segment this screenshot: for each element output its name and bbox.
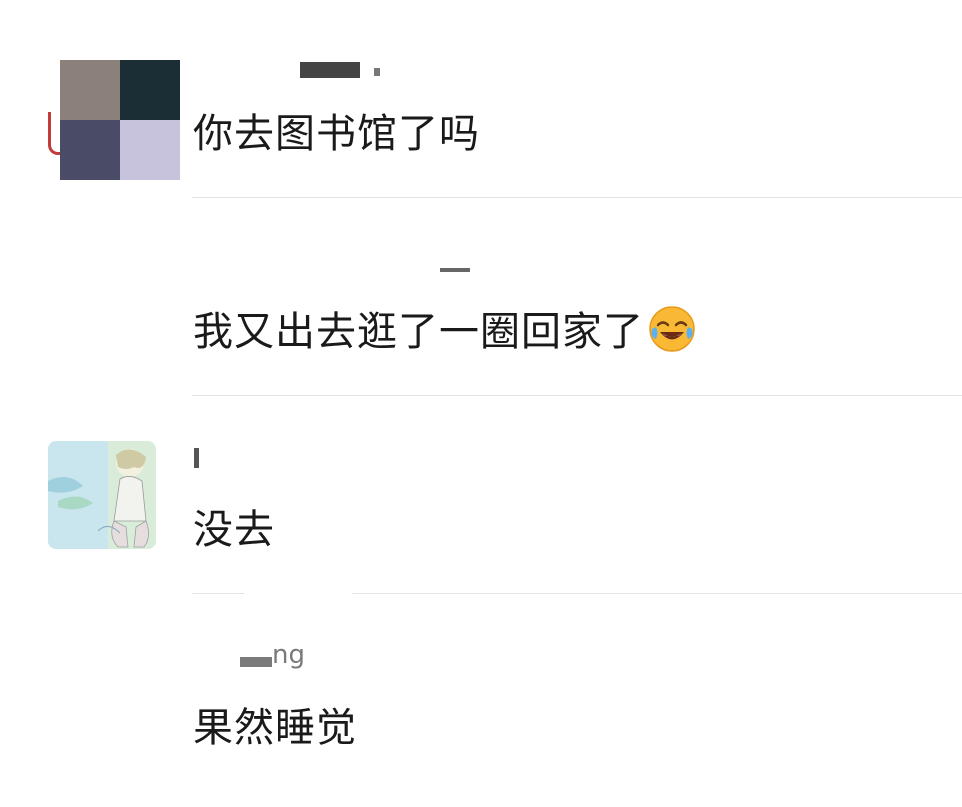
avatar[interactable] xyxy=(48,441,156,549)
redacted-username xyxy=(440,268,470,272)
avatar[interactable] xyxy=(60,60,180,180)
illustrated-girl-avatar-image xyxy=(48,441,156,549)
comment-text-content: 我又出去逛了一圈回家了 xyxy=(193,309,644,355)
redacted-username xyxy=(194,448,199,468)
comment-text: 没去 xyxy=(193,507,275,553)
divider-gap xyxy=(244,586,352,600)
redacted-username xyxy=(240,657,272,667)
tears-of-joy-emoji xyxy=(649,306,695,352)
avatar-tile xyxy=(120,60,180,120)
divider xyxy=(192,395,962,396)
comment-text: 你去图书馆了吗 xyxy=(193,111,480,157)
comment-text: 我又出去逛了一圈回家了 xyxy=(193,299,696,357)
avatar-tile xyxy=(60,120,120,180)
redacted-username xyxy=(300,62,360,78)
redacted-username-dot xyxy=(374,68,380,76)
comment-username[interactable]: ng xyxy=(272,640,305,670)
divider xyxy=(192,197,962,198)
avatar-tile xyxy=(120,120,180,180)
avatar-tile xyxy=(60,60,120,120)
comment-text: 果然睡觉 xyxy=(193,705,357,751)
